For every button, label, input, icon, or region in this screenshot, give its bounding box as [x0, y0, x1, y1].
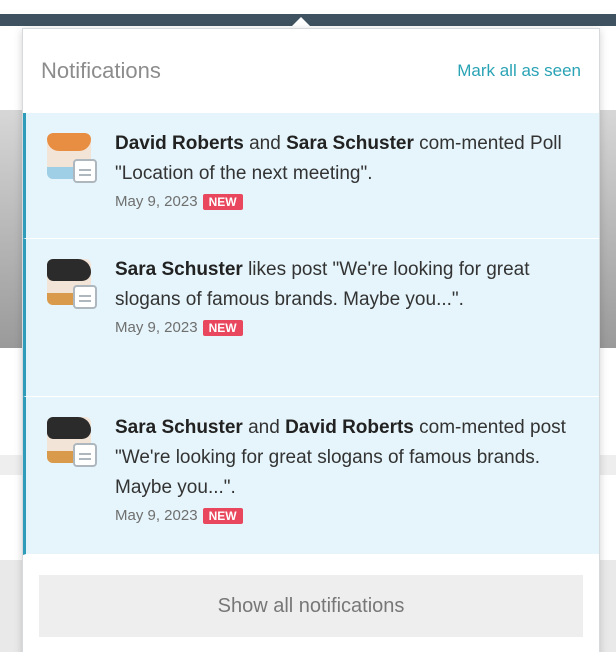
notification-text: Sara Schuster and David Roberts com-ment…: [115, 417, 566, 498]
female-avatar-icon: [43, 413, 99, 469]
new-badge: NEW: [202, 193, 243, 210]
user-name[interactable]: Sara Schuster: [286, 133, 414, 154]
new-badge: NEW: [202, 319, 243, 336]
notification-item[interactable]: Sara Schuster likes post "We're looking …: [23, 239, 599, 397]
male-avatar-icon: [43, 129, 99, 185]
notification-date: May 9, 2023: [115, 193, 198, 210]
user-name[interactable]: David Roberts: [115, 133, 244, 154]
show-all-notifications-button[interactable]: Show all notifications: [39, 575, 583, 637]
notification-date: May 9, 2023: [115, 507, 198, 524]
notifications-dropdown: Notifications Mark all as seen David Rob…: [22, 28, 600, 652]
notifications-title: Notifications: [41, 58, 161, 83]
mark-all-seen-link[interactable]: Mark all as seen: [457, 61, 581, 81]
notification-text: David Roberts and Sara Schuster com-ment…: [115, 133, 562, 184]
notification-date: May 9, 2023: [115, 319, 198, 336]
user-name[interactable]: Sara Schuster: [115, 259, 243, 280]
female-avatar-icon: [43, 255, 99, 311]
document-icon: [73, 285, 97, 309]
notification-text: Sara Schuster likes post "We're looking …: [115, 255, 585, 315]
notification-item[interactable]: Sara Schuster and David Roberts com-ment…: [23, 397, 599, 555]
notification-item[interactable]: David Roberts and Sara Schuster com-ment…: [23, 113, 599, 239]
notifications-header: Notifications Mark all as seen: [23, 29, 599, 113]
user-name[interactable]: Sara Schuster: [115, 417, 243, 438]
document-icon: [73, 159, 97, 183]
notifications-footer: Show all notifications: [23, 555, 599, 652]
user-name[interactable]: David Roberts: [285, 417, 414, 438]
new-badge: NEW: [202, 507, 243, 524]
document-icon: [73, 443, 97, 467]
